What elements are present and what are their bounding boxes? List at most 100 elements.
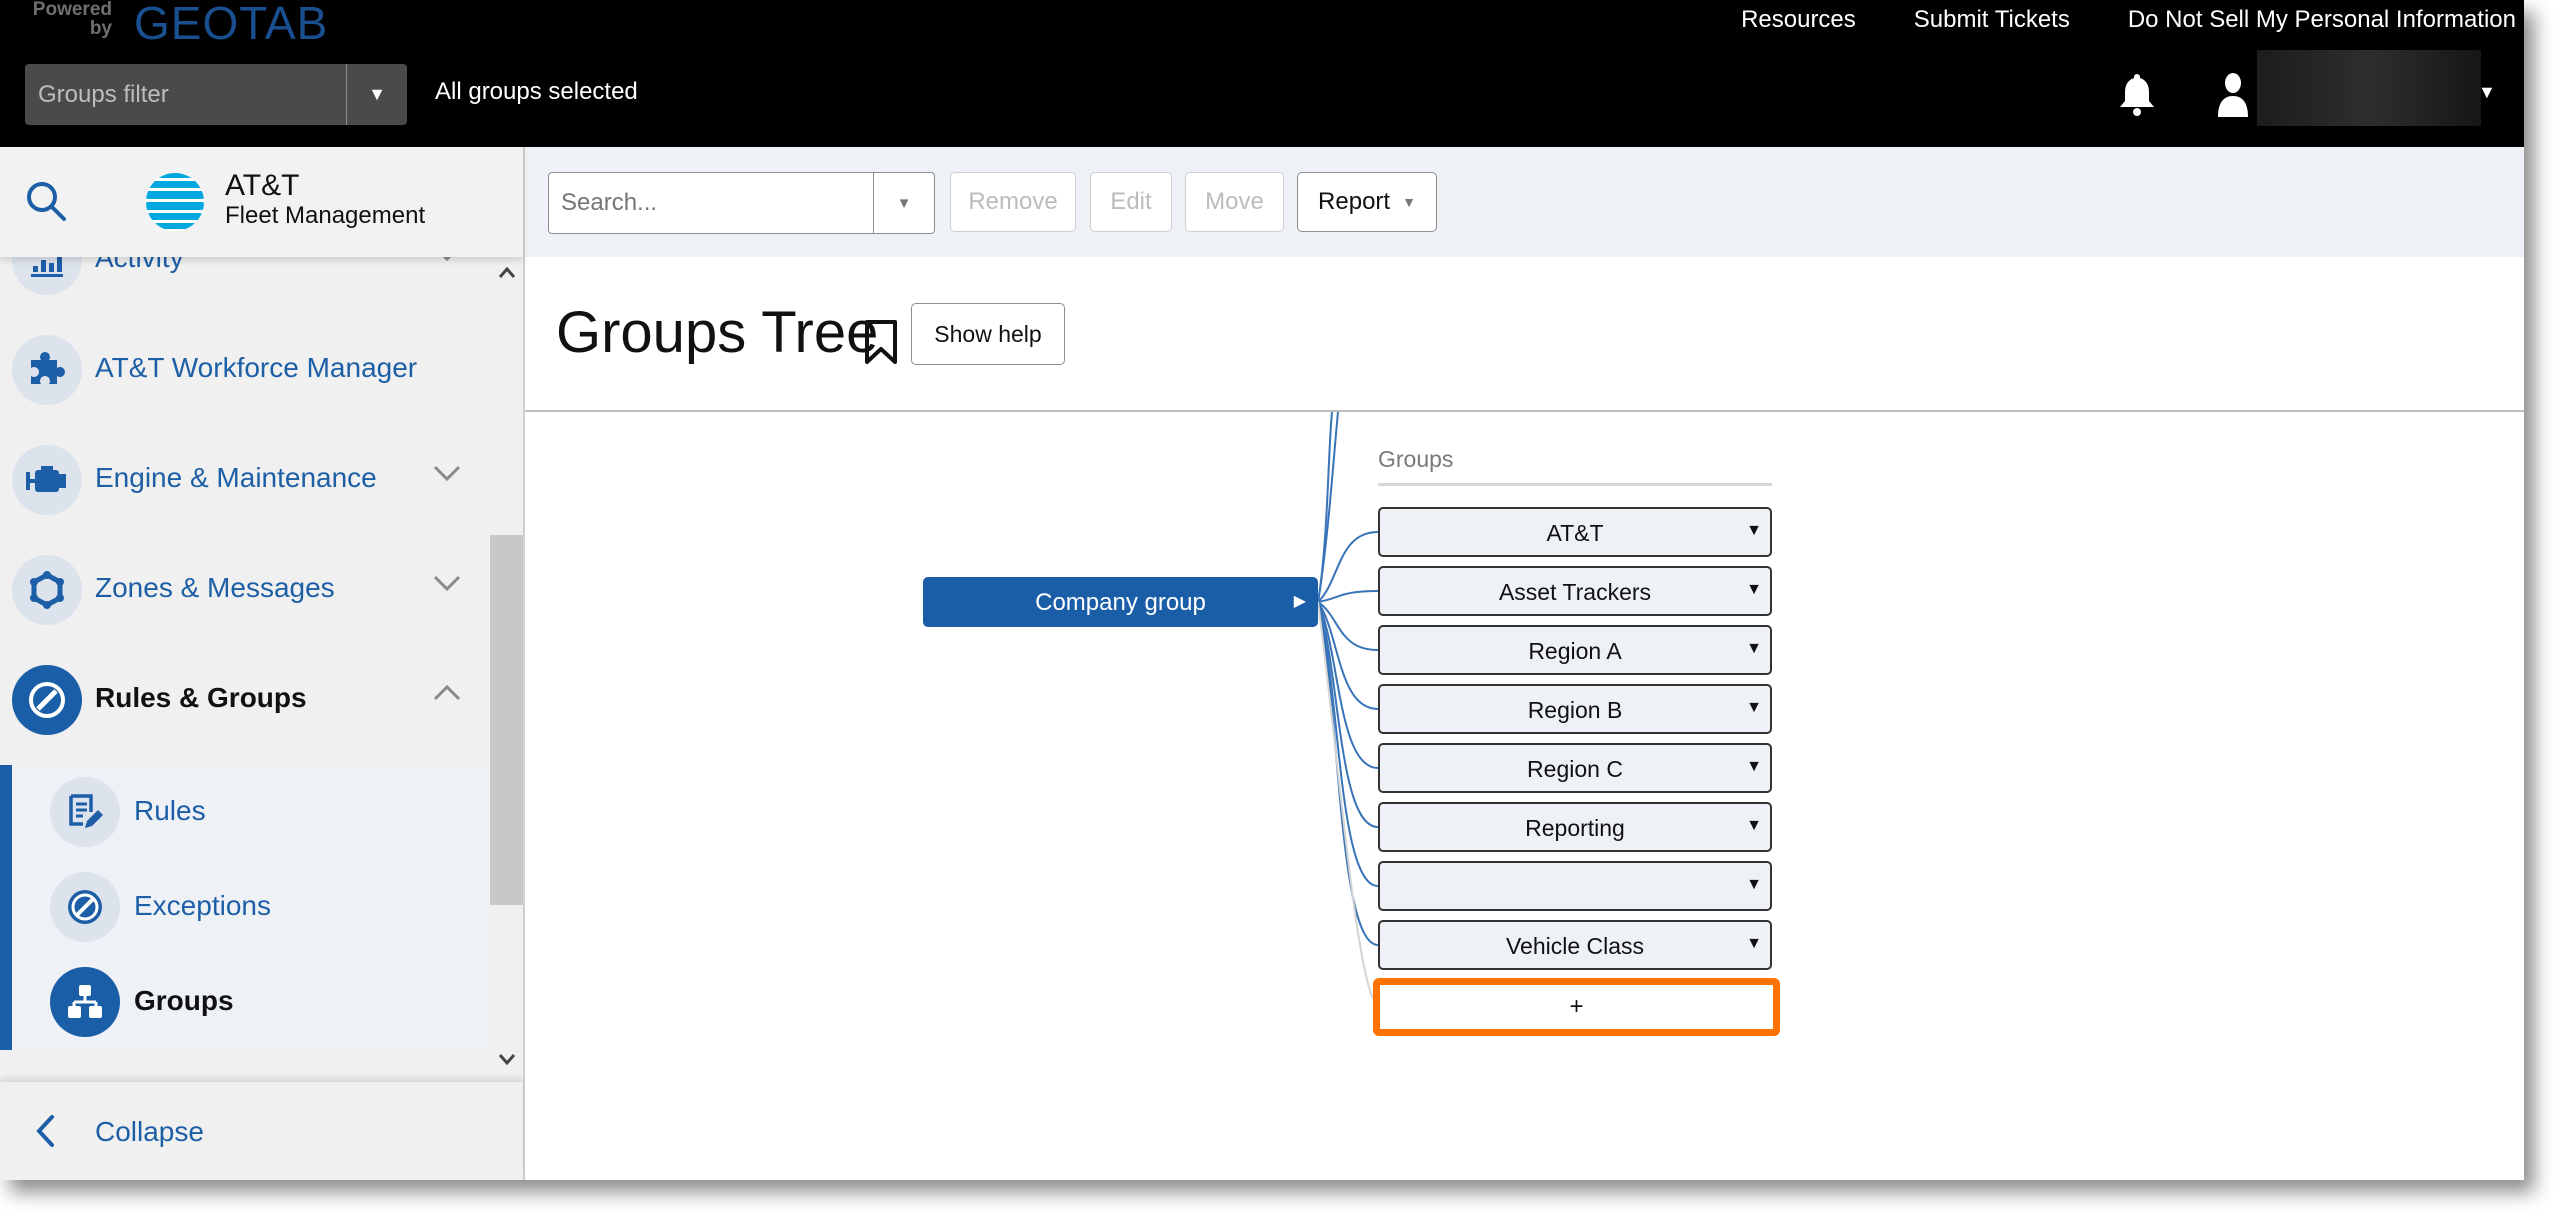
geotab-logo[interactable]: GEOTAB [134,0,328,50]
user-avatar-icon[interactable] [2216,72,2250,118]
sidebar-scrollbar[interactable] [490,257,523,1077]
puzzle-icon-badge [12,335,82,405]
group-node[interactable]: Region C ▼ [1378,743,1772,793]
brand-title: AT&T [225,169,300,202]
brand-subtitle: Fleet Management [225,202,426,229]
caret-down-icon: ▼ [1402,194,1416,210]
rules-icon [69,794,103,828]
chevron-up-icon [433,684,461,701]
submit-tickets-link[interactable]: Submit Tickets [1914,6,2070,34]
sidebar-item-workforce-manager[interactable]: AT&T Workforce Manager [0,315,490,425]
company-group-node[interactable]: Company group ▶ [923,577,1318,627]
sidebar-item-label: Engine & Maintenance [95,462,377,493]
scroll-down-arrow-icon[interactable] [498,1053,516,1067]
tree-connector-line [1317,590,1379,603]
group-node[interactable]: Asset Trackers ▼ [1378,566,1772,616]
groups-column-header: Groups [1378,446,1454,472]
search-icon[interactable] [22,177,70,225]
report-button[interactable]: Report ▼ [1297,172,1437,232]
group-node[interactable]: ▼ [1378,861,1772,911]
group-node[interactable]: AT&T ▼ [1378,507,1772,557]
resources-link[interactable]: Resources [1741,6,1856,34]
chevron-down-icon [433,575,461,592]
zones-icon-badge [12,555,82,625]
group-node-label: Asset Trackers [1498,579,1652,605]
chevron-down-icon [433,465,461,482]
sidebar-collapse-button[interactable]: Collapse [0,1082,523,1180]
exceptions-icon-badge [50,872,120,942]
add-group-button[interactable]: + [1373,978,1780,1036]
groups-filter[interactable]: Groups filter ▼ [25,64,407,125]
group-node[interactable]: Reporting ▼ [1378,802,1772,852]
zones-icon [30,571,64,609]
group-node-menu-caret-icon[interactable]: ▼ [1746,817,1762,835]
caret-down-icon: ▼ [896,194,912,212]
report-label: Report [1318,188,1391,215]
tree-connector-line [1317,601,1379,828]
sidebar-subitem-groups[interactable]: Groups [0,955,490,1050]
engine-icon-badge [12,445,82,515]
group-node-menu-caret-icon[interactable]: ▼ [1746,581,1762,599]
company-group-label: Company group [1035,589,1206,616]
tree-connector-line [1317,601,1379,887]
sidebar-logo-row: AT&T Fleet Management [0,147,523,257]
top-links: Resources Submit Tickets Do Not Sell My … [1741,6,2516,34]
toolbar: ▼ Remove Edit Move Report ▼ [525,147,2524,257]
page-header: Groups Tree Show help [525,257,2524,412]
show-help-button[interactable]: Show help [911,303,1065,365]
top-header: Powered by GEOTAB Resources Submit Ticke… [0,0,2524,147]
group-node[interactable]: Vehicle Class ▼ [1378,920,1772,970]
groups-icon-badge [50,967,120,1037]
search-box: ▼ [548,172,935,234]
page: Powered by GEOTAB Resources Submit Ticke… [0,0,2524,1180]
group-node-menu-caret-icon[interactable]: ▼ [1746,522,1762,540]
notifications-bell-icon[interactable] [2118,72,2156,116]
group-node-menu-caret-icon[interactable]: ▼ [1746,640,1762,658]
sidebar-item-zones-messages[interactable]: Zones & Messages [0,535,490,645]
sidebar-item-activity[interactable]: Activity [0,257,490,315]
remove-button[interactable]: Remove [950,172,1076,232]
sidebar-item-label: AT&T Workforce Manager [95,352,418,383]
chevron-down-icon [442,257,452,262]
groups-filter-input[interactable]: Groups filter [25,64,346,125]
sidebar-subitem-exceptions[interactable]: Exceptions [0,860,490,955]
group-node-label: Region C [1527,756,1623,782]
group-node[interactable]: Region A ▼ [1378,625,1772,675]
sidebar-subitem-rules[interactable]: Rules [0,765,490,860]
sidebar-scroll-thumb[interactable] [490,535,523,905]
do-not-sell-link[interactable]: Do Not Sell My Personal Information [2128,6,2516,34]
group-node-menu-caret-icon[interactable]: ▼ [1746,935,1762,953]
search-input[interactable] [549,173,873,233]
engine-icon [26,466,66,492]
scroll-up-arrow-icon[interactable] [498,265,516,279]
bookmark-icon[interactable] [863,319,899,365]
att-globe-logo-icon [146,173,204,231]
move-button[interactable]: Move [1185,172,1284,232]
groups-status: All groups selected [435,78,638,105]
activity-icon [31,257,63,277]
groups-icon [68,985,102,1018]
user-name-redacted[interactable] [2257,50,2481,126]
sidebar-subitem-label: Exceptions [134,890,271,921]
group-node-menu-caret-icon[interactable]: ▼ [1746,758,1762,776]
search-options-dropdown-button[interactable]: ▼ [873,173,934,233]
edit-button[interactable]: Edit [1090,172,1172,232]
group-node[interactable]: Region B ▼ [1378,684,1772,734]
groups-filter-dropdown-button[interactable]: ▼ [346,64,407,125]
powered-by-label: Powered by [32,0,112,39]
rules-groups-icon [29,682,65,718]
user-menu-caret-icon[interactable]: ▼ [2478,82,2496,103]
sidebar-nav: Activity AT&T Workforce Manager Engine &… [0,257,490,1077]
rules-groups-icon-badge [12,665,82,735]
sidebar-item-label: Rules & Groups [95,682,307,713]
rules-icon-badge [50,777,120,847]
collapse-label: Collapse [95,1116,204,1147]
group-node-menu-caret-icon[interactable]: ▼ [1746,699,1762,717]
sidebar-item-rules-groups[interactable]: Rules & Groups [0,645,490,755]
expand-right-arrow-icon: ▶ [1293,593,1306,610]
rules-groups-submenu: Rules Exceptions Groups [0,765,490,1050]
group-node-label: Reporting [1525,815,1625,841]
sidebar-item-engine-maintenance[interactable]: Engine & Maintenance [0,425,490,535]
group-node-menu-caret-icon[interactable]: ▼ [1746,876,1762,894]
sidebar-subitem-label: Rules [134,795,206,826]
